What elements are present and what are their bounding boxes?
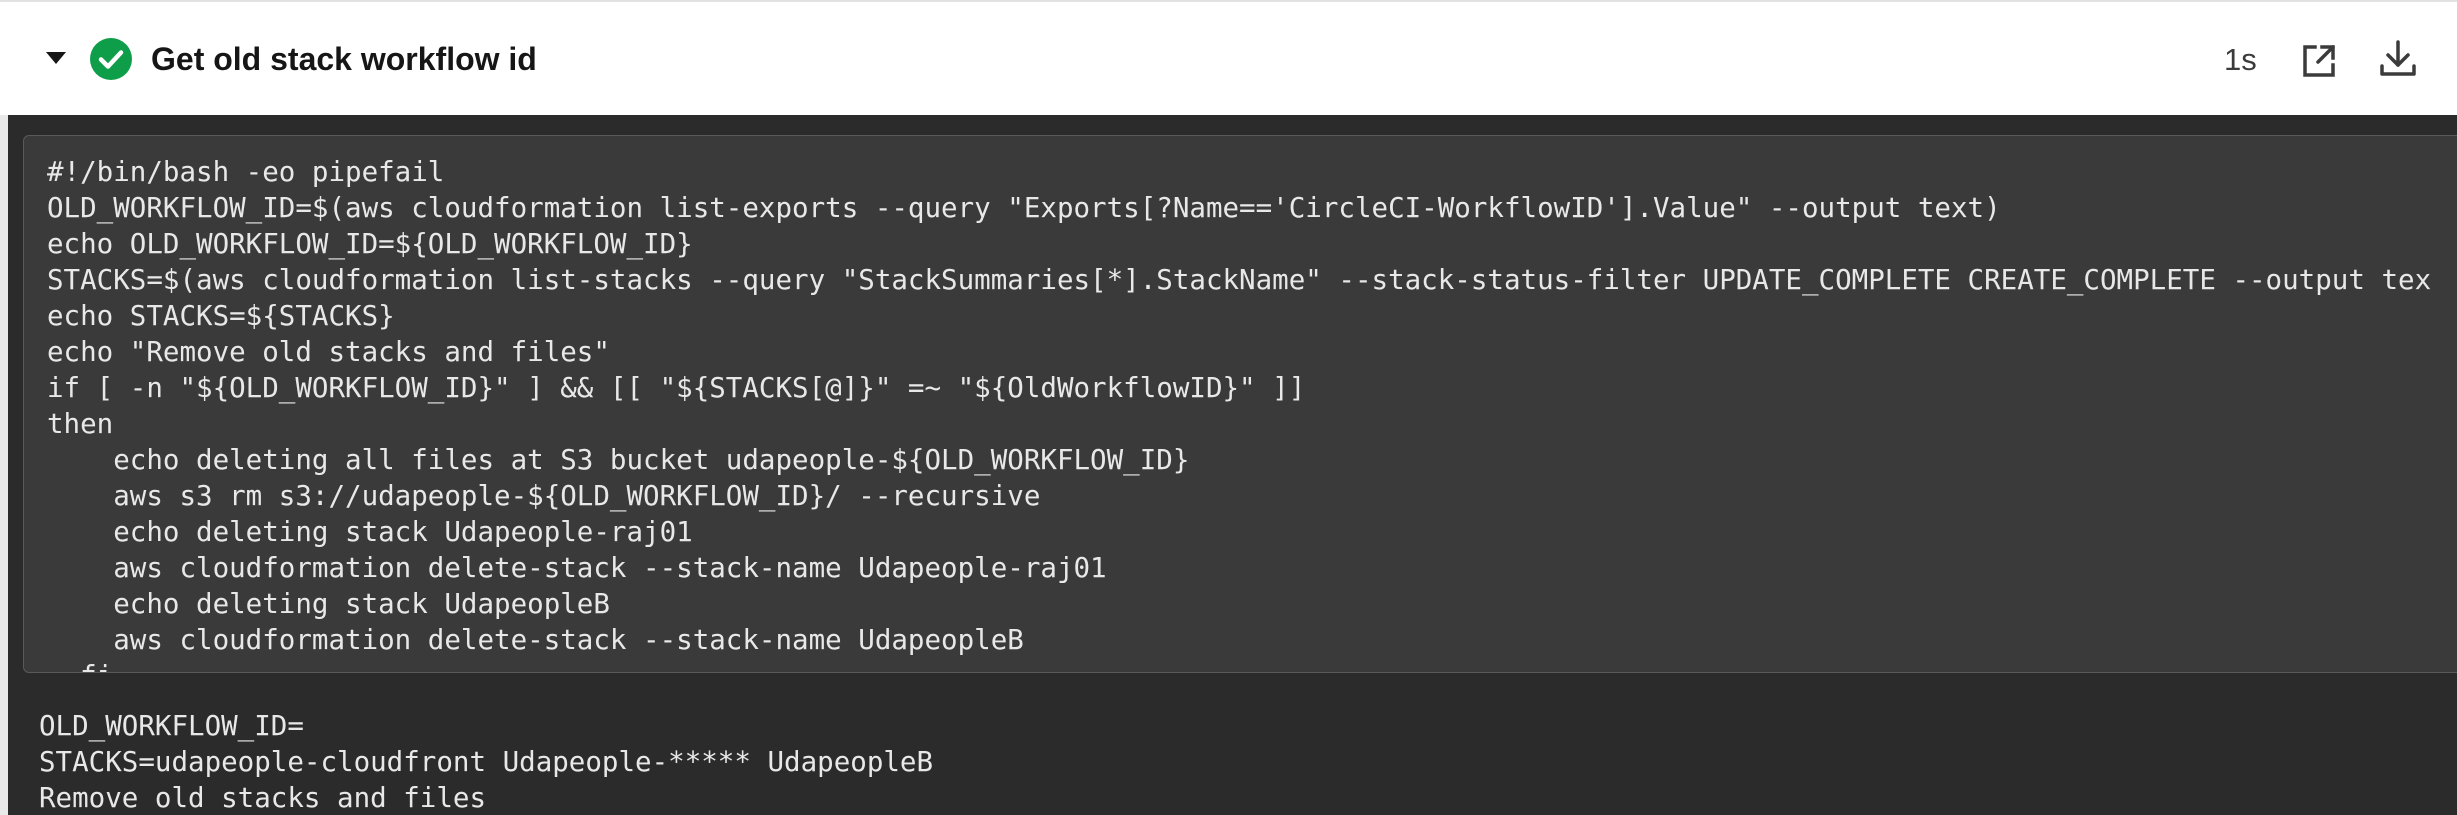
code-line: echo deleting stack Udapeople-raj01 [47,516,693,548]
code-line: echo STACKS=${STACKS} [47,300,395,332]
output-line: STACKS=udapeople-cloudfront Udapeople-**… [39,746,934,778]
code-line: STACKS=$(aws cloudformation list-stacks … [47,264,2432,296]
output-log: OLD_WORKFLOW_ID= STACKS=udapeople-cloudfr… [39,708,2439,815]
open-external-icon[interactable] [2300,42,2338,80]
check-circle-icon [90,38,132,80]
code-line: fi [47,658,2431,672]
code-line: aws s3 rm s3://udapeople-${OLD_WORKFLOW_… [47,480,1041,512]
code-line: echo "Remove old stacks and files" [47,336,610,368]
step-duration: 1s [2224,42,2257,77]
code-line: echo deleting stack UdapeopleB [47,588,610,620]
code-line: #!/bin/bash -eo pipefail [47,156,445,188]
caret-down-icon[interactable] [46,52,66,64]
left-border [0,115,8,815]
download-icon[interactable] [2378,38,2418,78]
command-block[interactable]: #!/bin/bash -eo pipefail OLD_WORKFLOW_ID=… [23,135,2457,673]
code-line: then [47,408,114,440]
step-header[interactable]: Get old stack workflow id 1s [0,0,2457,115]
code-line: aws cloudformation delete-stack --stack-… [47,552,1107,584]
terminal-panel[interactable]: #!/bin/bash -eo pipefail OLD_WORKFLOW_ID=… [8,115,2457,815]
output-line: OLD_WORKFLOW_ID= [39,710,304,742]
code-line: OLD_WORKFLOW_ID=$(aws cloudformation lis… [47,192,2001,224]
code-line: echo OLD_WORKFLOW_ID=${OLD_WORKFLOW_ID} [47,228,693,260]
step-title: Get old stack workflow id [151,41,537,77]
command-code: #!/bin/bash -eo pipefail OLD_WORKFLOW_ID=… [47,154,2432,672]
code-line: aws cloudformation delete-stack --stack-… [47,624,1024,656]
code-line: echo deleting all files at S3 bucket uda… [47,444,1190,476]
code-line: if [ -n "${OLD_WORKFLOW_ID}" ] && [[ "${… [47,372,1306,404]
output-line: Remove old stacks and files [39,782,487,814]
